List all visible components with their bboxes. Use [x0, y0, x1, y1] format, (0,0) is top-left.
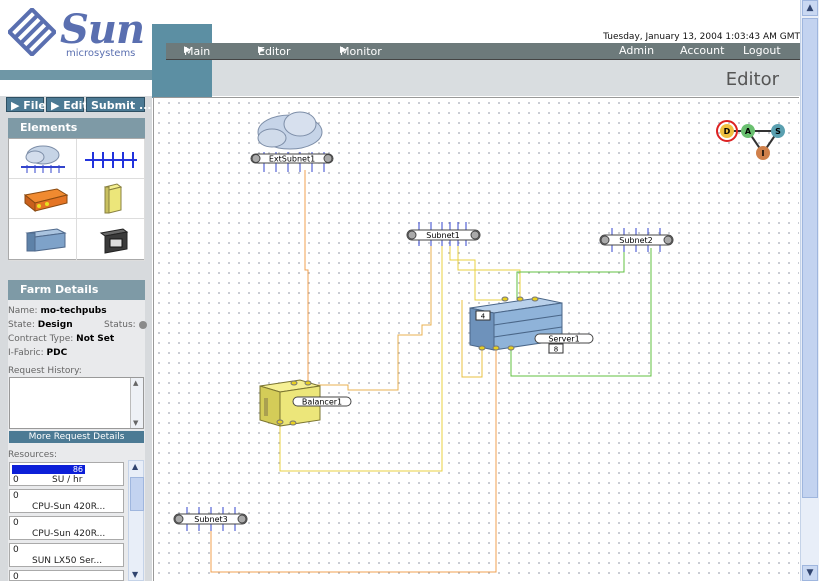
window-vertical-scrollbar[interactable]: ▲ ▼	[800, 0, 819, 581]
das-s: S	[775, 127, 781, 136]
subnet3-label: Subnet3	[194, 515, 227, 524]
cloud-icon	[257, 111, 323, 150]
balancer-node: Balancer1	[259, 379, 352, 427]
das-d: D	[724, 127, 731, 136]
connection-line	[210, 348, 497, 573]
ext-subnet-label: ExtSubnet1	[269, 155, 315, 164]
connection-line	[516, 248, 625, 300]
scroll-down-icon[interactable]: ▼	[802, 565, 818, 581]
network-diagram: ExtSubnet1 Subnet1 Subnet2 Subnet3 4 Ser…	[173, 111, 785, 573]
subnet2-node: Subnet2	[599, 228, 674, 252]
das-i: I	[762, 149, 765, 158]
das-a: A	[745, 127, 752, 136]
server-group-node: 4 Server1 8	[469, 296, 594, 354]
subnet1-node: Subnet1	[406, 222, 481, 246]
server-label: Server1	[548, 335, 579, 344]
scroll-thumb[interactable]	[802, 18, 818, 498]
das-status-badge: D A S I	[716, 120, 785, 160]
subnet3-node: Subnet3	[173, 507, 248, 531]
balancer-label: Balancer1	[302, 398, 342, 407]
connection-line	[293, 243, 432, 391]
connection-line	[457, 243, 521, 300]
connection-line	[304, 170, 309, 383]
connection-line	[279, 243, 443, 472]
server-bottom-count: 8	[554, 346, 558, 354]
server-top-count: 4	[481, 313, 486, 321]
subnet1-label: Subnet1	[426, 231, 459, 240]
scroll-up-icon[interactable]: ▲	[802, 0, 818, 16]
subnet2-label: Subnet2	[619, 236, 652, 245]
ext-subnet-node: ExtSubnet1	[250, 111, 334, 172]
